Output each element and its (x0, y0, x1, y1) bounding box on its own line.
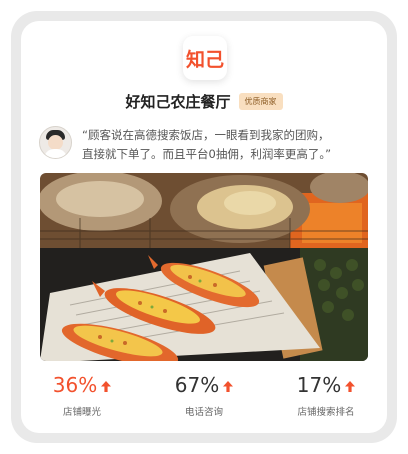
stat-label: 电话咨询 (184, 407, 223, 418)
brand-logo: 知己 (183, 36, 227, 80)
stat-value: 36% (53, 373, 112, 397)
logo-text: 知己 (185, 48, 224, 71)
stat-value: 67% (175, 373, 234, 397)
avatar (39, 126, 72, 159)
arrow-up-icon (101, 373, 112, 397)
grilled-shrimp-photo (40, 173, 368, 361)
stat-phone-inquiry: 67% 电话咨询 (143, 373, 265, 418)
testimonial-card: 知己 好知己农庄餐厅 优质商家 “顾客说在高德搜索饭店，一眼看到我家的团购， 直… (21, 21, 387, 433)
quote-line-2: 直接就下单了。而且平台0抽佣，利润率更高了。” (82, 147, 332, 161)
testimonial-quote: “顾客说在高德搜索饭店，一眼看到我家的团购， 直接就下单了。而且平台0抽佣，利润… (82, 126, 331, 164)
stat-value: 17% (297, 373, 356, 397)
shop-name: 好知己农庄餐厅 (125, 93, 231, 111)
shop-header: 好知己农庄餐厅 优质商家 (21, 91, 387, 112)
stat-search-rank: 17% 店铺搜索排名 (265, 373, 387, 418)
stat-exposure: 36% 店铺曝光 (21, 373, 143, 418)
arrow-up-icon (345, 373, 356, 397)
stat-label: 店铺搜索排名 (297, 407, 355, 418)
quote-line-1: “顾客说在高德搜索饭店，一眼看到我家的团购， (82, 128, 330, 142)
stat-label: 店铺曝光 (62, 407, 101, 418)
stats-row: 36% 店铺曝光 67% 电话咨询 17% 店铺搜索排名 (21, 373, 387, 418)
testimonial: “顾客说在高德搜索饭店，一眼看到我家的团购， 直接就下单了。而且平台0抽佣，利润… (39, 126, 373, 164)
quality-badge: 优质商家 (238, 93, 283, 110)
arrow-up-icon (223, 373, 234, 397)
